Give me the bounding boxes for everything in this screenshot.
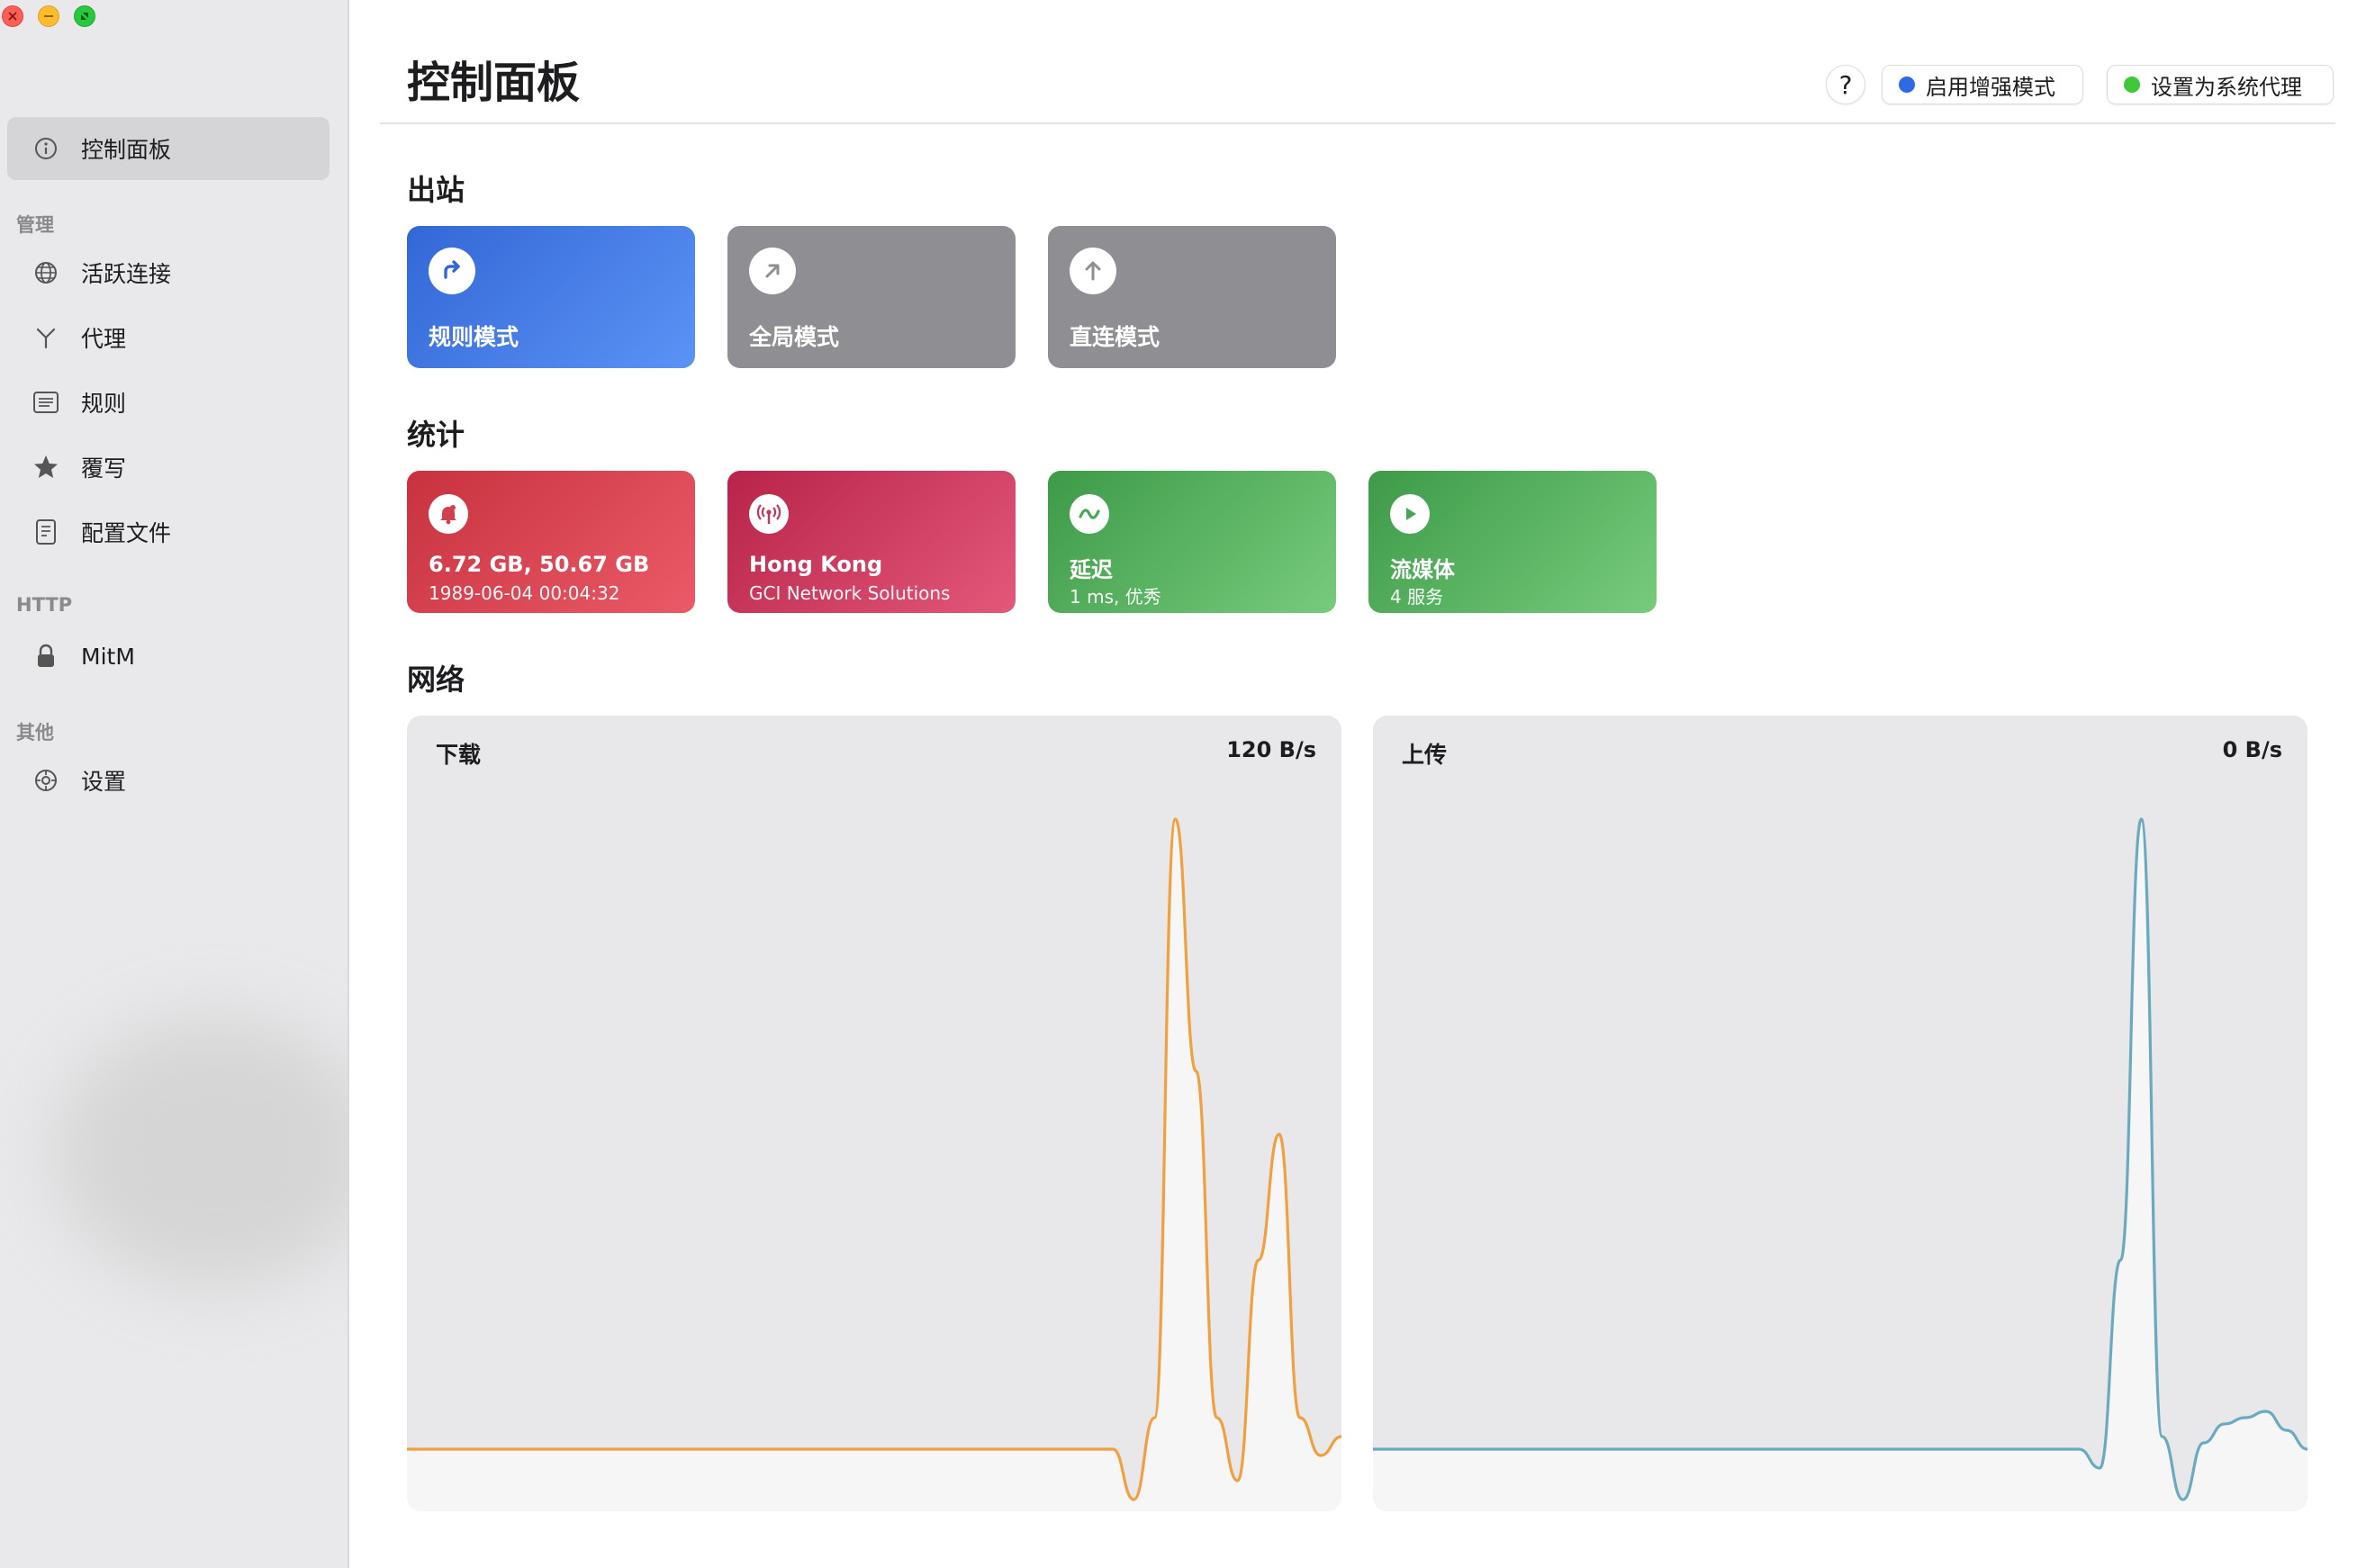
- sidebar-item-label: 代理: [81, 326, 127, 352]
- stat-card-subtitle: 1 ms, 优秀: [1070, 586, 1161, 608]
- upload-chart-panel: 上传 0 B/s: [1373, 716, 2307, 1511]
- sidebar-item-label: MitM: [81, 643, 135, 670]
- upload-series-line: [1373, 817, 2307, 1501]
- sidebar-item-dashboard[interactable]: 控制面板: [7, 117, 330, 180]
- sidebar-item-mitm[interactable]: MitM: [7, 625, 330, 688]
- sidebar-section-other: 其他: [16, 722, 54, 743]
- document-icon: [31, 517, 61, 547]
- mode-card-label: 规则模式: [429, 324, 519, 350]
- section-title-network: 网络: [407, 662, 465, 697]
- upload-chart-title: 上传: [1402, 742, 1448, 768]
- close-icon: [8, 12, 17, 21]
- sidebar-item-label: 设置: [81, 769, 127, 795]
- main-content: 控制面板 ? 启用增强模式 设置为系统代理 出站 规则模式 全局模式 直连模式 …: [351, 0, 2357, 1568]
- play-icon: [1390, 494, 1430, 534]
- mode-card-label: 全局模式: [749, 324, 840, 350]
- antenna-icon: [749, 494, 789, 534]
- sidebar-item-override[interactable]: 覆写: [7, 436, 330, 499]
- window-close-button[interactable]: [2, 5, 23, 27]
- stat-card-streaming[interactable]: 流媒体 4 服务: [1368, 471, 1657, 613]
- upload-rate: 0 B/s: [2222, 737, 2282, 762]
- header-divider: [380, 122, 2335, 124]
- stat-card-title: 6.72 GB, 50.67 GB: [429, 552, 650, 577]
- zoom-icon: [81, 13, 88, 20]
- download-chart: [407, 817, 1341, 1511]
- status-dot-icon: [1899, 77, 1915, 93]
- sidebar-item-label: 活跃连接: [81, 261, 172, 287]
- enhanced-mode-label: 启用增强模式: [1926, 74, 2055, 100]
- lock-icon: [31, 641, 61, 671]
- sidebar-item-settings[interactable]: 设置: [7, 749, 330, 812]
- status-dot-icon: [2124, 77, 2140, 93]
- page-title: 控制面板: [407, 58, 581, 108]
- redirect-arrow-icon: [429, 248, 475, 294]
- minimize-icon: [44, 15, 53, 17]
- window-zoom-button[interactable]: [74, 5, 95, 27]
- arrow-up-right-icon: [749, 248, 796, 294]
- proxy-branch-icon: [31, 322, 61, 353]
- sidebar-item-rules[interactable]: 规则: [7, 371, 330, 434]
- stat-card-title: 延迟: [1070, 557, 1113, 582]
- sidebar-item-label: 配置文件: [81, 520, 172, 546]
- stat-card-traffic[interactable]: 6.72 GB, 50.67 GB 1989-06-04 00:04:32: [407, 471, 695, 613]
- sidebar-item-profiles[interactable]: 配置文件: [7, 500, 330, 563]
- mode-card-global[interactable]: 全局模式: [727, 226, 1016, 368]
- sidebar: 控制面板 管理 活跃连接 代理 规则 覆写 配置文件 HTTP MitM 其他 …: [0, 0, 349, 1568]
- upload-series-area: [1373, 819, 2307, 1511]
- sidebar-item-connections[interactable]: 活跃连接: [7, 241, 330, 304]
- mode-card-direct[interactable]: 直连模式: [1048, 226, 1336, 368]
- list-icon: [31, 387, 61, 418]
- sidebar-blur-decoration: [54, 1017, 348, 1287]
- bell-icon: [429, 494, 468, 534]
- stat-card-title: 流媒体: [1390, 557, 1455, 582]
- star-icon: [31, 452, 61, 482]
- sidebar-item-label: 覆写: [81, 455, 127, 482]
- download-rate: 120 B/s: [1226, 737, 1316, 762]
- section-title-outbound: 出站: [407, 173, 465, 207]
- globe-icon: [31, 257, 61, 288]
- sidebar-item-label: 规则: [81, 391, 127, 417]
- system-proxy-label: 设置为系统代理: [2151, 74, 2302, 100]
- wave-icon: [1070, 494, 1109, 534]
- info-circle-icon: [31, 133, 61, 164]
- section-title-stats: 统计: [407, 418, 465, 452]
- mode-card-label: 直连模式: [1070, 324, 1160, 350]
- download-chart-panel: 下载 120 B/s: [407, 716, 1341, 1511]
- sidebar-item-label: 控制面板: [81, 137, 172, 163]
- enhanced-mode-button[interactable]: 启用增强模式: [1882, 65, 2083, 104]
- sidebar-section-http: HTTP: [16, 594, 73, 616]
- arrow-up-icon: [1070, 248, 1116, 294]
- mode-card-rule[interactable]: 规则模式: [407, 226, 695, 368]
- gear-icon: [31, 765, 61, 796]
- download-series-area: [407, 819, 1341, 1511]
- stat-card-subtitle: GCI Network Solutions: [749, 582, 951, 604]
- window-minimize-button[interactable]: [38, 5, 59, 27]
- upload-chart: [1373, 817, 2307, 1511]
- stat-card-subtitle: 1989-06-04 00:04:32: [429, 582, 620, 604]
- system-proxy-button[interactable]: 设置为系统代理: [2107, 65, 2334, 104]
- sidebar-section-manage: 管理: [16, 214, 54, 236]
- help-button[interactable]: ?: [1826, 65, 1865, 104]
- sidebar-item-proxy[interactable]: 代理: [7, 306, 330, 369]
- stat-card-latency[interactable]: 延迟 1 ms, 优秀: [1048, 471, 1336, 613]
- stat-card-location[interactable]: Hong Kong GCI Network Solutions: [727, 471, 1016, 613]
- download-chart-title: 下载: [436, 742, 482, 768]
- stat-card-title: Hong Kong: [749, 552, 883, 577]
- stat-card-subtitle: 4 服务: [1390, 586, 1444, 608]
